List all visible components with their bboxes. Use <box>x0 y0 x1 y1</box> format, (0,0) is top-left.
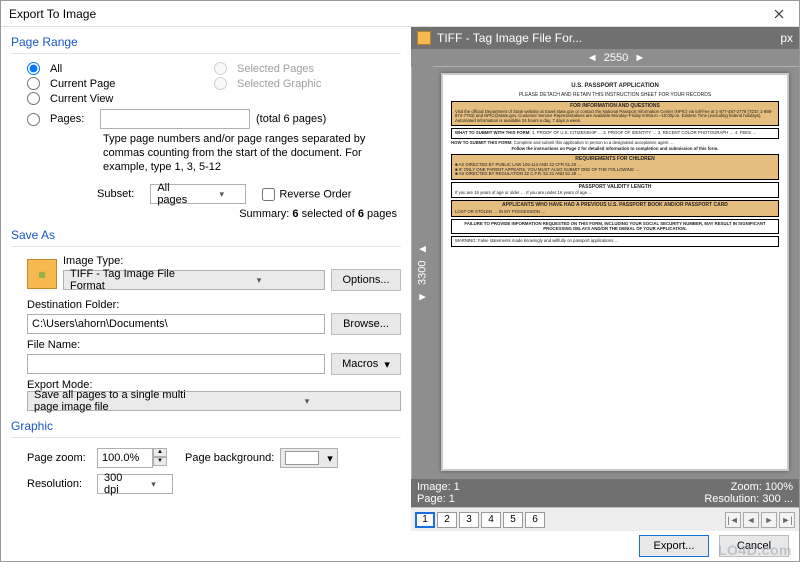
spin-down-icon[interactable]: ▼ <box>153 457 167 466</box>
titlebar: Export To Image <box>1 1 799 27</box>
nav-prev-icon[interactable]: ◄ <box>743 512 759 528</box>
page-background-picker[interactable]: ▾ <box>280 448 338 468</box>
chevron-down-icon: ▾ <box>135 479 172 490</box>
pages-hint: Type page numbers and/or page ranges sep… <box>27 133 401 174</box>
radio-current-view-label: Current View <box>50 93 113 105</box>
thumb-page[interactable]: 5 <box>503 512 523 528</box>
tiff-format-icon: ▦ <box>27 259 57 289</box>
close-icon <box>774 9 784 19</box>
radio-selected-graphic-label: Selected Graphic <box>237 78 321 90</box>
resolution-label: Resolution: <box>27 478 91 490</box>
radio-all[interactable] <box>27 62 40 75</box>
image-type-label: Image Type: <box>63 255 401 267</box>
thumb-page[interactable]: 6 <box>525 512 545 528</box>
radio-current-page[interactable] <box>27 77 40 90</box>
subset-combo[interactable]: All pages ▾ <box>150 184 246 204</box>
thumb-page[interactable]: 3 <box>459 512 479 528</box>
preview-body[interactable]: ◄ 2550 ► ◄ 3300 ► U.S. PASSPORT APPLICAT… <box>411 49 799 479</box>
export-to-image-dialog: Export To Image Page Range All Current P… <box>0 0 800 562</box>
export-mode-value: Save all pages to a single multi page im… <box>28 389 214 413</box>
radio-pages[interactable] <box>27 113 40 126</box>
nav-next-icon[interactable]: ► <box>761 512 777 528</box>
radio-selected-pages <box>214 62 227 75</box>
resolution-value: 300 dpi <box>98 472 135 496</box>
preview-page: U.S. PASSPORT APPLICATION PLEASE DETACH … <box>441 73 789 471</box>
nav-last-icon[interactable]: ►| <box>779 512 795 528</box>
page-range-section: All Current Page Current View Selected P… <box>11 60 401 226</box>
dialog-content: Page Range All Current Page Current View… <box>1 27 799 561</box>
vertical-ruler: ◄ 3300 ► <box>411 67 433 479</box>
export-button[interactable]: Export... <box>639 535 709 557</box>
macros-button[interactable]: Macros ▾ <box>331 353 401 375</box>
preview-panel: TIFF - Tag Image File For... px ◄ 2550 ►… <box>411 27 799 561</box>
page-bg-label: Page background: <box>185 452 274 464</box>
radio-current-page-label: Current Page <box>50 78 115 90</box>
file-name-input[interactable] <box>27 354 325 374</box>
subset-value: All pages <box>151 182 198 206</box>
export-mode-combo[interactable]: Save all pages to a single multi page im… <box>27 391 401 411</box>
chevron-down-icon: ▾ <box>323 452 337 465</box>
window-title: Export To Image <box>9 7 96 21</box>
spin-up-icon[interactable]: ▲ <box>153 448 167 457</box>
pages-input[interactable] <box>100 109 250 129</box>
radio-all-label: All <box>50 63 62 75</box>
thumb-page[interactable]: 4 <box>481 512 501 528</box>
radio-pages-label: Pages: <box>50 113 94 125</box>
page-zoom-label: Page zoom: <box>27 452 91 464</box>
image-type-combo[interactable]: TIFF - Tag Image File Format ▾ <box>63 270 325 290</box>
graphic-title: Graphic <box>11 417 401 437</box>
preview-title: TIFF - Tag Image File For... <box>437 31 582 45</box>
radio-selected-graphic <box>214 77 227 90</box>
preview-status: Image: 1Page: 1 Zoom: 100%Resolution: 30… <box>411 479 799 507</box>
total-pages-label: (total 6 pages) <box>256 113 326 125</box>
color-swatch <box>285 451 319 465</box>
chevron-down-icon: ▾ <box>198 189 245 200</box>
preview-units: px <box>780 31 793 45</box>
left-panel: Page Range All Current Page Current View… <box>1 27 411 561</box>
watermark: LO4D.com <box>718 542 792 558</box>
resolution-combo[interactable]: 300 dpi ▾ <box>97 474 173 494</box>
chevron-down-icon: ▾ <box>194 275 324 286</box>
nav-first-icon[interactable]: |◄ <box>725 512 741 528</box>
reverse-order[interactable]: Reverse Order <box>262 188 351 201</box>
graphic-section: Page zoom: ▲▼ Page background: ▾ <box>11 444 401 496</box>
page-range-title: Page Range <box>11 33 401 53</box>
image-type-value: TIFF - Tag Image File Format <box>64 268 194 292</box>
browse-button[interactable]: Browse... <box>331 313 401 335</box>
destination-folder-input[interactable] <box>27 314 325 334</box>
dest-folder-label: Destination Folder: <box>27 299 401 311</box>
page-zoom-input[interactable]: ▲▼ <box>97 448 167 468</box>
tiff-icon <box>417 31 431 45</box>
radio-current-view[interactable] <box>27 92 40 105</box>
page-range-summary: Summary: 6 selected of 6 pages <box>27 204 401 226</box>
chevron-down-icon: ▾ <box>214 396 400 407</box>
options-button[interactable]: Options... <box>331 269 401 291</box>
save-as-section: ▦ Image Type: TIFF - Tag Image File Form… <box>11 253 401 411</box>
preview-header: TIFF - Tag Image File For... px <box>411 27 799 49</box>
horizontal-ruler: ◄ 2550 ► <box>433 49 799 67</box>
radio-selected-pages-label: Selected Pages <box>237 63 314 75</box>
save-as-title: Save As <box>11 226 401 246</box>
reverse-order-checkbox[interactable] <box>262 188 275 201</box>
thumbnail-strip: 1 2 3 4 5 6 |◄ ◄ ► ►| <box>411 507 799 531</box>
subset-label: Subset: <box>97 188 134 200</box>
thumb-page[interactable]: 2 <box>437 512 457 528</box>
thumb-page[interactable]: 1 <box>415 512 435 528</box>
close-button[interactable] <box>759 1 799 27</box>
file-name-label: File Name: <box>27 339 401 351</box>
